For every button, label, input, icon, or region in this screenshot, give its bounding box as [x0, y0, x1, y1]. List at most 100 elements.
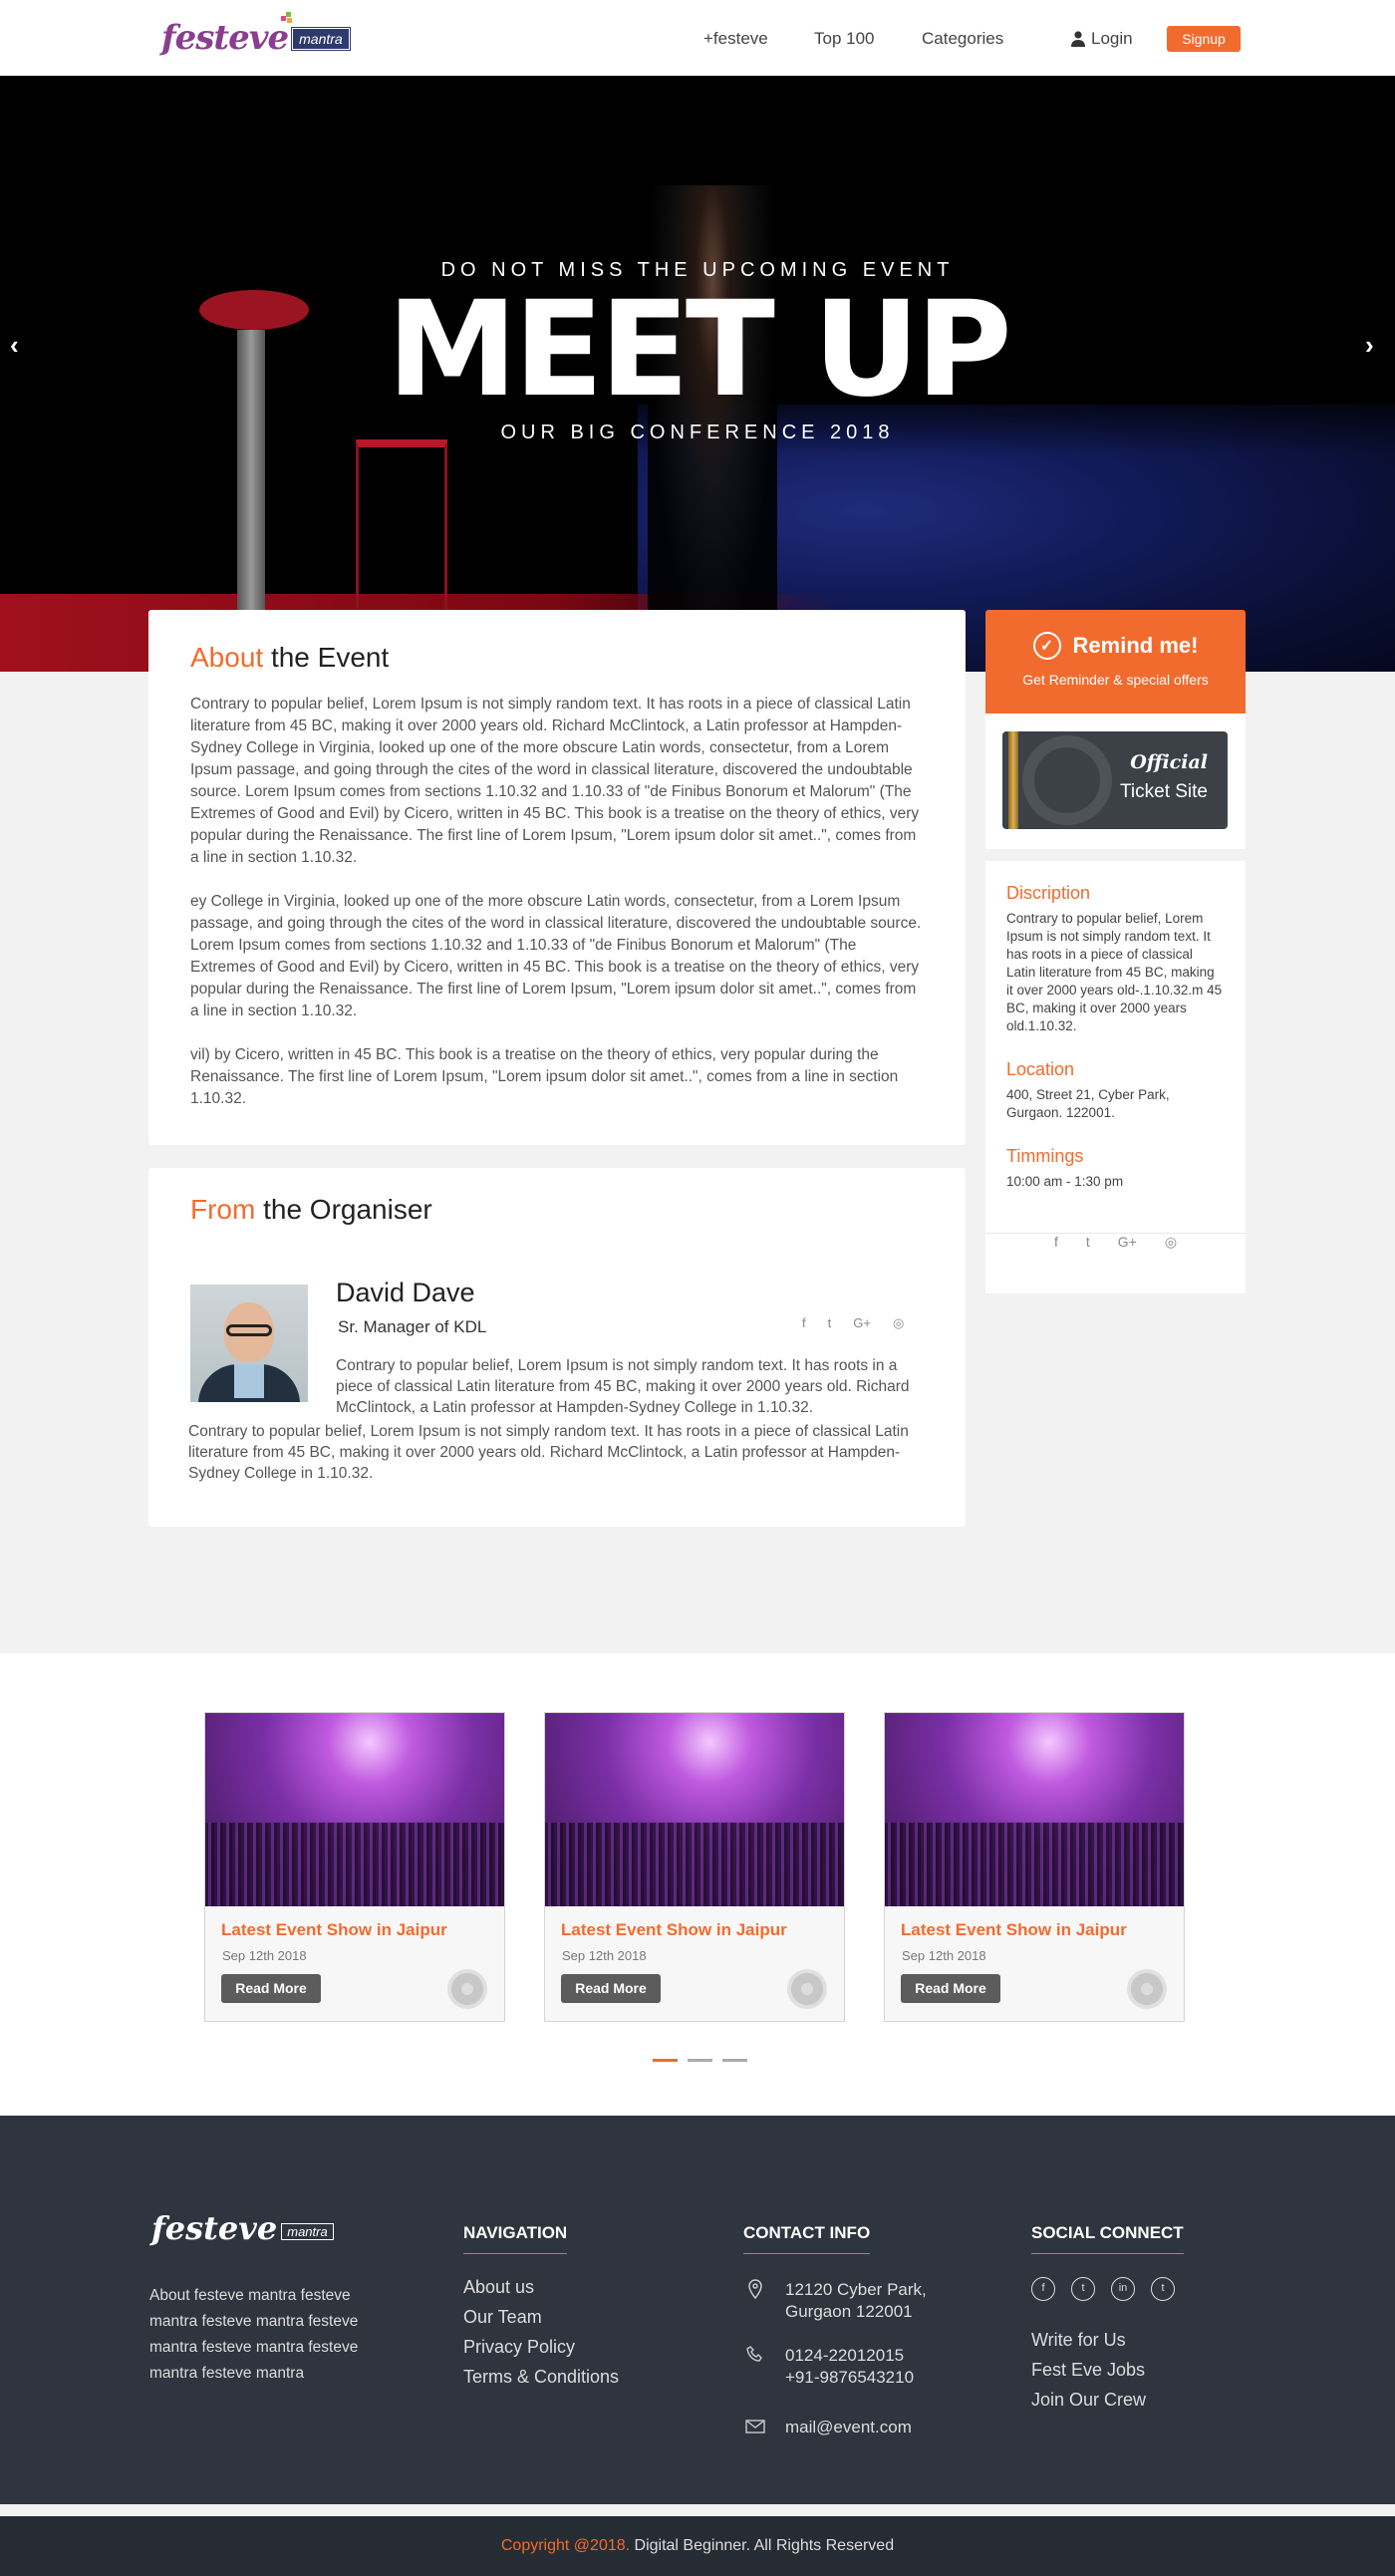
footer-link-team[interactable]: Our Team [463, 2302, 619, 2332]
phone-number[interactable]: +91-9876543210 [785, 2367, 914, 2389]
ticket-site-label: Ticket Site [1120, 781, 1208, 802]
ticket-card: Official Ticket Site [985, 714, 1246, 849]
address-line: 12120 Cyber Park, [785, 2280, 927, 2299]
event-date: Sep 12th 2018 [562, 1948, 647, 1963]
remind-subtitle: Get Reminder & special offers [1022, 672, 1209, 688]
header: festeve mantra +festeve Top 100 Categori… [0, 0, 1395, 76]
description-text: Contrary to popular belief, Lorem Ipsum … [1006, 911, 1223, 1033]
google-plus-icon[interactable]: G+ [1118, 1234, 1137, 1251]
location-heading: Location [1006, 1059, 1075, 1079]
event-date: Sep 12th 2018 [222, 1948, 307, 1963]
instagram-icon[interactable]: ◎ [893, 1315, 904, 1331]
event-card[interactable]: Latest Event Show in Jaipur Sep 12th 201… [884, 1712, 1185, 2022]
logo-word: festeve [161, 18, 289, 58]
twitter-icon[interactable]: t [1071, 2277, 1095, 2301]
logo-tag: mantra [291, 27, 351, 51]
facebook-icon[interactable]: f [1054, 1234, 1058, 1251]
footer-link-write[interactable]: Write for Us [1031, 2325, 1146, 2355]
footer-social-icons: f t in t [1031, 2277, 1175, 2301]
event-card[interactable]: Latest Event Show in Jaipur Sep 12th 201… [544, 1712, 845, 2022]
footer-link-about[interactable]: About us [463, 2272, 619, 2302]
user-icon [1071, 31, 1085, 47]
organiser-bio-extended: Contrary to popular belief, Lorem Ipsum … [188, 1423, 909, 1482]
footer-link-jobs[interactable]: Fest Eve Jobs [1031, 2355, 1146, 2385]
carousel-dots [653, 2059, 747, 2062]
read-more-button[interactable]: Read More [901, 1974, 1000, 2003]
events-section: Latest Event Show in Jaipur Sep 12th 201… [0, 1653, 1395, 2116]
organiser-title-rest: the Organiser [255, 1194, 432, 1225]
carousel-dot[interactable] [722, 2059, 747, 2062]
twitter-icon[interactable]: t [1086, 1234, 1090, 1251]
footer-social-heading: SOCIAL CONNECT [1031, 2223, 1184, 2254]
footer-logo-word: festeve [151, 2209, 278, 2247]
organiser-role: Sr. Manager of KDL [338, 1317, 487, 1336]
official-ticket-site-button[interactable]: Official Ticket Site [1002, 731, 1228, 829]
read-more-button[interactable]: Read More [561, 1974, 661, 2003]
about-paragraph: vil) by Cicero, written in 45 BC. This b… [190, 1046, 899, 1107]
footer-link-privacy[interactable]: Privacy Policy [463, 2332, 619, 2362]
footer-link-terms[interactable]: Terms & Conditions [463, 2362, 619, 2392]
signup-button[interactable]: Signup [1167, 26, 1241, 52]
footer-logo[interactable]: festeve mantra [151, 2211, 334, 2245]
organiser-social: f t G+ ◎ [802, 1315, 904, 1331]
carousel-dot-active[interactable] [653, 2059, 678, 2062]
nav-festeve[interactable]: +festeve [703, 29, 768, 49]
about-event-card: About the Event Contrary to popular beli… [148, 610, 966, 1145]
about-title-highlight: About [190, 642, 264, 673]
read-more-button[interactable]: Read More [221, 1974, 321, 2003]
hero-subtitle: OUR BIG CONFERENCE 2018 [500, 422, 895, 443]
remind-label: Remind me! [1072, 633, 1199, 658]
contact-address: 12120 Cyber Park, Gurgaon 122001 [743, 2279, 927, 2323]
carousel-next-icon[interactable]: › [1365, 330, 1374, 361]
organiser-card: From the Organiser David Dave Sr. Manage… [148, 1168, 966, 1527]
about-title: About the Event [190, 642, 924, 674]
footer-link-crew[interactable]: Join Our Crew [1031, 2385, 1146, 2415]
map-pin-icon [743, 2279, 767, 2323]
check-circle-icon: ✓ [1032, 632, 1061, 660]
mail-icon [743, 2417, 767, 2438]
twitter-icon[interactable]: t [828, 1315, 832, 1331]
instagram-icon[interactable]: ◎ [1165, 1234, 1177, 1251]
sidebar-social: f t G+ ◎ [985, 1233, 1246, 1251]
email-link[interactable]: mail@event.com [785, 2417, 912, 2438]
copyright-bar: Copyright @2018. Digital Beginner. All R… [0, 2516, 1395, 2576]
address-line: Gurgaon 122001 [785, 2302, 913, 2321]
google-plus-icon[interactable]: G+ [853, 1315, 871, 1331]
site-logo[interactable]: festeve mantra [161, 12, 351, 58]
facebook-icon[interactable]: f [802, 1315, 806, 1331]
linkedin-icon[interactable]: in [1111, 2277, 1135, 2301]
phone-number[interactable]: 0124-22012015 [785, 2345, 914, 2367]
copyright-text: Digital Beginner. All Rights Reserved [630, 2537, 895, 2554]
organiser-title-highlight: From [190, 1194, 256, 1225]
nav-categories[interactable]: Categories [922, 29, 1003, 49]
disc-icon [1127, 1969, 1167, 2009]
hero-banner: DO NOT MISS THE UPCOMING EVENT MEET UP O… [0, 76, 1395, 672]
phone-icon [743, 2345, 767, 2389]
nav-top-100[interactable]: Top 100 [814, 29, 875, 49]
footer-about: About festeve mantra festeve mantra fest… [149, 2287, 359, 2382]
about-paragraph: Contrary to popular belief, Lorem Ipsum … [190, 696, 920, 866]
twitter-icon[interactable]: t [1151, 2277, 1175, 2301]
event-title[interactable]: Latest Event Show in Jaipur [221, 1920, 447, 1940]
logo-dots-icon [281, 12, 293, 24]
description-heading: Discription [1006, 883, 1091, 903]
event-title[interactable]: Latest Event Show in Jaipur [561, 1920, 787, 1940]
footer-contact-heading: CONTACT INFO [743, 2223, 871, 2254]
event-card[interactable]: Latest Event Show in Jaipur Sep 12th 201… [204, 1712, 505, 2022]
facebook-icon[interactable]: f [1031, 2277, 1055, 2301]
remind-me-button[interactable]: ✓ Remind me! Get Reminder & special offe… [985, 610, 1246, 714]
carousel-prev-icon[interactable]: ‹ [10, 330, 19, 361]
event-title[interactable]: Latest Event Show in Jaipur [901, 1920, 1127, 1940]
remind-title: ✓ Remind me! [985, 632, 1246, 660]
timings-text: 10:00 am - 1:30 pm [1006, 1174, 1124, 1189]
location-text: 400, Street 21, Cyber Park, Gurgaon. 122… [1006, 1087, 1170, 1120]
main-content: About the Event Contrary to popular beli… [0, 610, 1395, 1653]
footer-nav: About us Our Team Privacy Policy Terms &… [463, 2272, 619, 2392]
login-link[interactable]: Login [1071, 29, 1133, 49]
footer-logo-tag: mantra [281, 2223, 334, 2240]
carousel-dot[interactable] [688, 2059, 712, 2062]
ticket-official-label: Official [1130, 751, 1208, 773]
footer-nav-heading: NAVIGATION [463, 2223, 568, 2254]
footer-social-links: Write for Us Fest Eve Jobs Join Our Crew [1031, 2325, 1146, 2415]
footer: festeve mantra About festeve mantra fest… [0, 2116, 1395, 2576]
